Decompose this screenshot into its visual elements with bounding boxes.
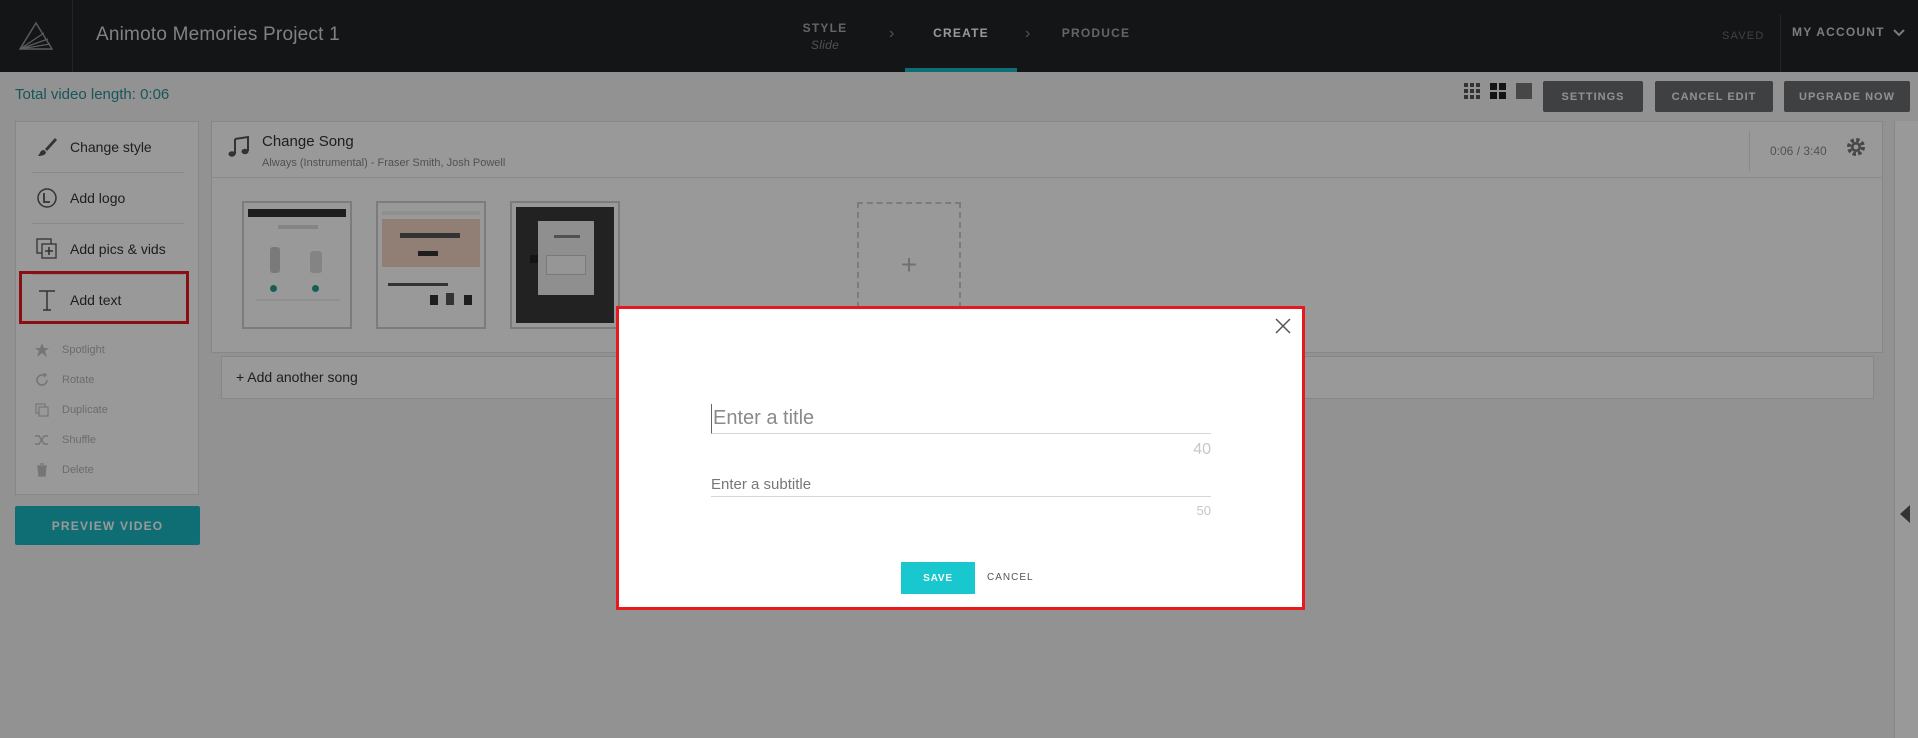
subtitle-input[interactable]: [711, 473, 1211, 497]
subtitle-char-limit: 50: [1196, 503, 1211, 518]
close-icon[interactable]: [1272, 315, 1294, 337]
cancel-button[interactable]: CANCEL: [987, 572, 1034, 583]
save-button[interactable]: SAVE: [901, 562, 975, 594]
add-text-modal: 40 50 SAVE CANCEL: [616, 306, 1305, 610]
title-char-limit: 40: [1193, 441, 1211, 458]
title-input[interactable]: [711, 404, 1211, 434]
